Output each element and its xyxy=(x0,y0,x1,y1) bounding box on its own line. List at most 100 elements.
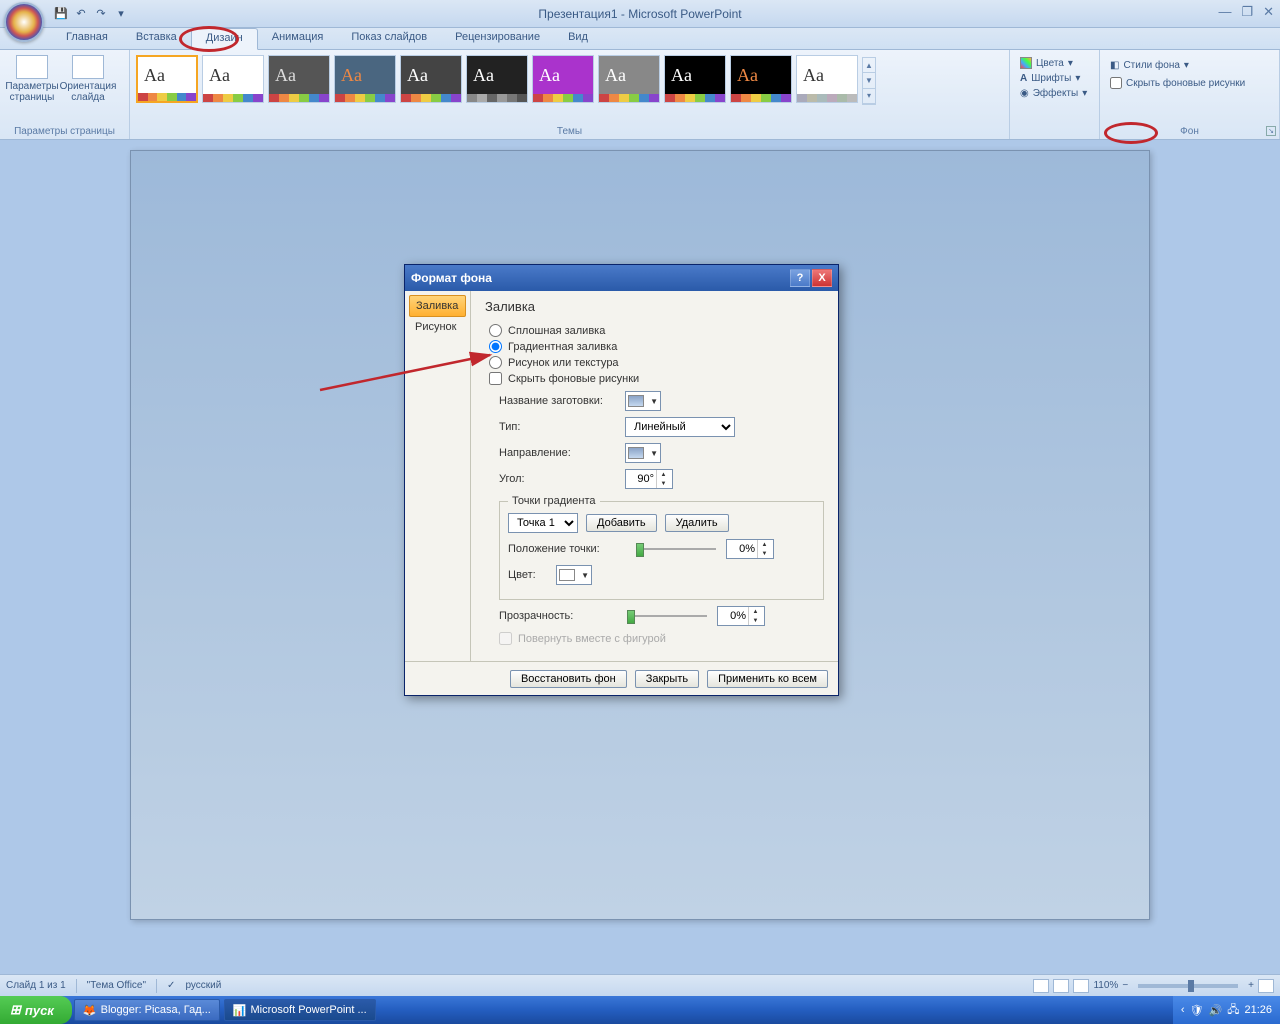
fill-heading: Заливка xyxy=(485,299,824,314)
restore-button[interactable]: ❐ xyxy=(1241,4,1253,20)
gradient-stops-fieldset: Точки градиента Точка 1 Добавить Удалить… xyxy=(499,495,824,600)
dialog-footer: Восстановить фон Закрыть Применить ко вс… xyxy=(405,661,838,695)
group-launcher-icon[interactable]: ↘ xyxy=(1266,126,1276,136)
zoom-level[interactable]: 110% xyxy=(1093,980,1118,991)
qat-dropdown-icon[interactable]: ▾ xyxy=(112,5,130,23)
theme-item[interactable]: Aa xyxy=(730,55,792,103)
angle-spinner[interactable]: ▲▼ xyxy=(625,469,673,489)
themes-scroll: ▲ ▼ ▾ xyxy=(862,57,876,105)
minimize-button[interactable]: — xyxy=(1218,4,1231,20)
color-label: Цвет: xyxy=(508,569,548,581)
dialog-titlebar[interactable]: Формат фона ? X xyxy=(405,265,838,291)
stop-position-label: Положение точки: xyxy=(508,543,626,555)
apply-all-button[interactable]: Применить ко всем xyxy=(707,670,828,688)
spin-up-icon[interactable]: ▲ xyxy=(657,470,670,479)
theme-item[interactable]: Aa xyxy=(268,55,330,103)
preset-label: Название заготовки: xyxy=(499,395,617,407)
theme-item[interactable]: Aa xyxy=(664,55,726,103)
preset-dropdown[interactable]: ▼ xyxy=(625,391,661,411)
close-button[interactable]: ✕ xyxy=(1263,4,1274,20)
group-background: ◧Стили фона ▾ Скрыть фоновые рисунки Фон… xyxy=(1100,50,1280,139)
theme-item[interactable]: Aa xyxy=(466,55,528,103)
group-label-themes: Темы xyxy=(130,126,1009,137)
fit-button[interactable] xyxy=(1258,979,1274,993)
rotate-with-shape-check xyxy=(499,632,512,645)
stop-position-slider[interactable] xyxy=(636,541,716,557)
clock[interactable]: 21:26 xyxy=(1244,1004,1272,1016)
radio-solid[interactable] xyxy=(489,324,502,337)
themes-more-icon[interactable]: ▾ xyxy=(863,89,875,104)
redo-icon[interactable]: ↷ xyxy=(92,5,110,23)
stop-select[interactable]: Точка 1 xyxy=(508,513,578,533)
tab-review[interactable]: Рецензирование xyxy=(441,28,554,49)
tab-insert[interactable]: Вставка xyxy=(122,28,191,49)
theme-item[interactable]: Aa xyxy=(202,55,264,103)
background-styles-button[interactable]: ◧Стили фона ▾ xyxy=(1106,57,1273,74)
zoom-out-icon[interactable]: − xyxy=(1122,980,1128,991)
page-setup-button[interactable]: Параметры страницы xyxy=(6,53,58,105)
remove-stop-button[interactable]: Удалить xyxy=(665,514,729,532)
nav-fill[interactable]: Заливка xyxy=(409,295,466,317)
tray-expand-icon[interactable]: ‹ xyxy=(1181,1004,1185,1016)
dialog-help-button[interactable]: ? xyxy=(790,269,810,287)
theme-item[interactable]: Aa xyxy=(598,55,660,103)
tab-design[interactable]: Дизайн xyxy=(191,28,258,50)
hide-bg-checkbox[interactable]: Скрыть фоновые рисунки xyxy=(1106,74,1273,92)
effects-button[interactable]: ◉Эффекты ▾ xyxy=(1016,86,1093,101)
spin-down-icon[interactable]: ▼ xyxy=(657,479,670,488)
radio-picture[interactable] xyxy=(489,356,502,369)
tray-icon[interactable]: 🔊 xyxy=(1209,1004,1223,1017)
transparency-slider[interactable] xyxy=(627,608,707,624)
reset-button[interactable]: Восстановить фон xyxy=(510,670,627,688)
tray-icon[interactable]: 🖧 xyxy=(1227,1001,1239,1020)
powerpoint-icon: 📊 xyxy=(233,1004,247,1017)
page-setup-icon xyxy=(16,55,48,79)
status-lang[interactable]: русский xyxy=(185,980,221,991)
theme-item[interactable]: Aa xyxy=(532,55,594,103)
theme-item[interactable]: Aa xyxy=(400,55,462,103)
add-stop-button[interactable]: Добавить xyxy=(586,514,657,532)
status-theme: "Тема Office" xyxy=(87,980,146,991)
theme-item[interactable]: Aa xyxy=(136,55,198,103)
zoom-slider[interactable] xyxy=(1138,984,1238,988)
theme-item[interactable]: Aa xyxy=(796,55,858,103)
check-hide-bg[interactable] xyxy=(489,372,502,385)
transparency-spinner[interactable]: ▲▼ xyxy=(717,606,765,626)
tray-icon[interactable]: 🛡 xyxy=(1190,1004,1204,1017)
view-normal-button[interactable] xyxy=(1033,979,1049,993)
spellcheck-icon[interactable]: ✓ xyxy=(167,980,175,991)
themes-up-icon[interactable]: ▲ xyxy=(863,58,875,73)
dialog-nav: Заливка Рисунок xyxy=(405,291,471,661)
taskbar-item[interactable]: 🦊Blogger: Picasa, Гад... xyxy=(74,999,220,1021)
tab-slideshow[interactable]: Показ слайдов xyxy=(337,28,441,49)
color-dropdown[interactable]: ▼ xyxy=(556,565,592,585)
tab-view[interactable]: Вид xyxy=(554,28,602,49)
undo-icon[interactable]: ↶ xyxy=(72,5,90,23)
taskbar-item[interactable]: 📊Microsoft PowerPoint ... xyxy=(224,999,376,1021)
fonts-button[interactable]: AШрифты ▾ xyxy=(1016,71,1093,86)
view-slideshow-button[interactable] xyxy=(1073,979,1089,993)
tab-home[interactable]: Главная xyxy=(52,28,122,49)
zoom-in-icon[interactable]: + xyxy=(1248,980,1254,991)
nav-picture[interactable]: Рисунок xyxy=(409,317,466,337)
window-title: Презентация1 - Microsoft PowerPoint xyxy=(538,7,741,21)
start-button[interactable]: ⊞пуск xyxy=(0,996,72,1024)
theme-item[interactable]: Aa xyxy=(334,55,396,103)
group-label-background: Фон xyxy=(1100,126,1279,137)
colors-button[interactable]: Цвета ▾ xyxy=(1016,55,1093,71)
stop-position-spinner[interactable]: ▲▼ xyxy=(726,539,774,559)
type-label: Тип: xyxy=(499,421,617,433)
radio-gradient[interactable] xyxy=(489,340,502,353)
tab-animation[interactable]: Анимация xyxy=(258,28,338,49)
dialog-close-button[interactable]: X xyxy=(812,269,832,287)
office-button[interactable] xyxy=(4,2,44,42)
quick-access-toolbar: 💾 ↶ ↷ ▾ xyxy=(52,5,130,23)
orientation-button[interactable]: Ориентация слайда xyxy=(62,53,114,105)
direction-dropdown[interactable]: ▼ xyxy=(625,443,661,463)
close-dialog-button[interactable]: Закрыть xyxy=(635,670,699,688)
save-icon[interactable]: 💾 xyxy=(52,5,70,23)
view-sorter-button[interactable] xyxy=(1053,979,1069,993)
type-select[interactable]: Линейный xyxy=(625,417,735,437)
status-slide: Слайд 1 из 1 xyxy=(6,980,66,991)
themes-down-icon[interactable]: ▼ xyxy=(863,73,875,88)
